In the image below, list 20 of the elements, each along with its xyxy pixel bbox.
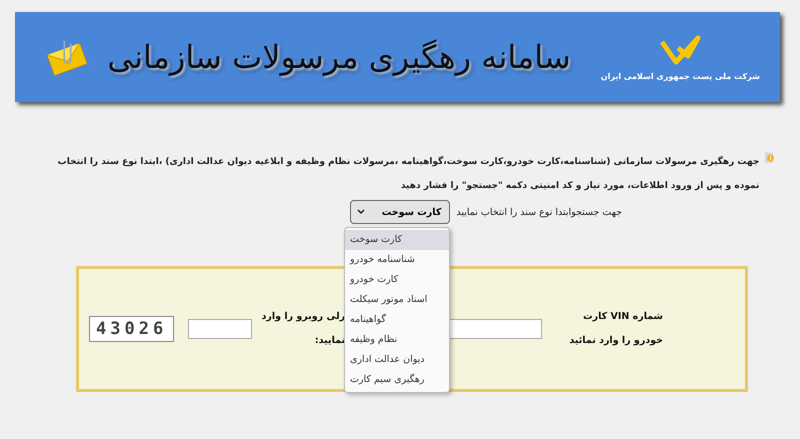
bird-logo-icon	[658, 34, 702, 68]
captcha-input[interactable]	[188, 319, 252, 339]
captcha-label: رلی روبرو را وارد نمایید:	[260, 310, 346, 348]
dropdown-option[interactable]: گواهینامه	[345, 310, 449, 330]
chevron-down-icon	[357, 209, 366, 215]
logo-caption: شرکت ملی پست جمهوری اسلامی ایران	[600, 72, 760, 80]
captcha-image: 43026	[89, 316, 174, 342]
dropdown-option[interactable]: کارت سوخت	[345, 230, 449, 250]
dropdown-option[interactable]: رهگیری سیم کارت	[345, 370, 449, 390]
info-icon	[765, 150, 775, 166]
document-type-select[interactable]: کارت سوخت	[350, 200, 450, 224]
dropdown-option[interactable]: نظام وظیفه	[345, 330, 449, 350]
page-title: سامانه رهگیری مرسولات سازمانی	[107, 38, 572, 76]
instructions-text: جهت رهگیری مرسولات سازمانی (شناسنامه،کارت خودرو،کارت سوخت،گواهینامه ،مرسولات نظام وظیفه و ابلاغیه دیوان عدالت اداری) ،ابتدا نوع سند را انتخاب نموده و پس از ورود اطلاعات، مورد نیاز و کد امنیتی دکمه "جستجو" را فشار دهید	[56, 155, 760, 193]
dropdown-option[interactable]: اسناد موتور سیکلت	[345, 290, 449, 310]
dropdown-option[interactable]: کارت خودرو	[345, 270, 449, 290]
dropdown-option[interactable]: شناسنامه خودرو	[345, 250, 449, 270]
dropdown-option[interactable]: دیوان عدالت اداری	[345, 350, 449, 370]
vin-label: شماره VIN کارت خودرو را وارد نمائید	[568, 310, 663, 348]
document-type-label: جهت جستجوابتدا نوع سند را انتخاب نمایید	[456, 206, 622, 218]
